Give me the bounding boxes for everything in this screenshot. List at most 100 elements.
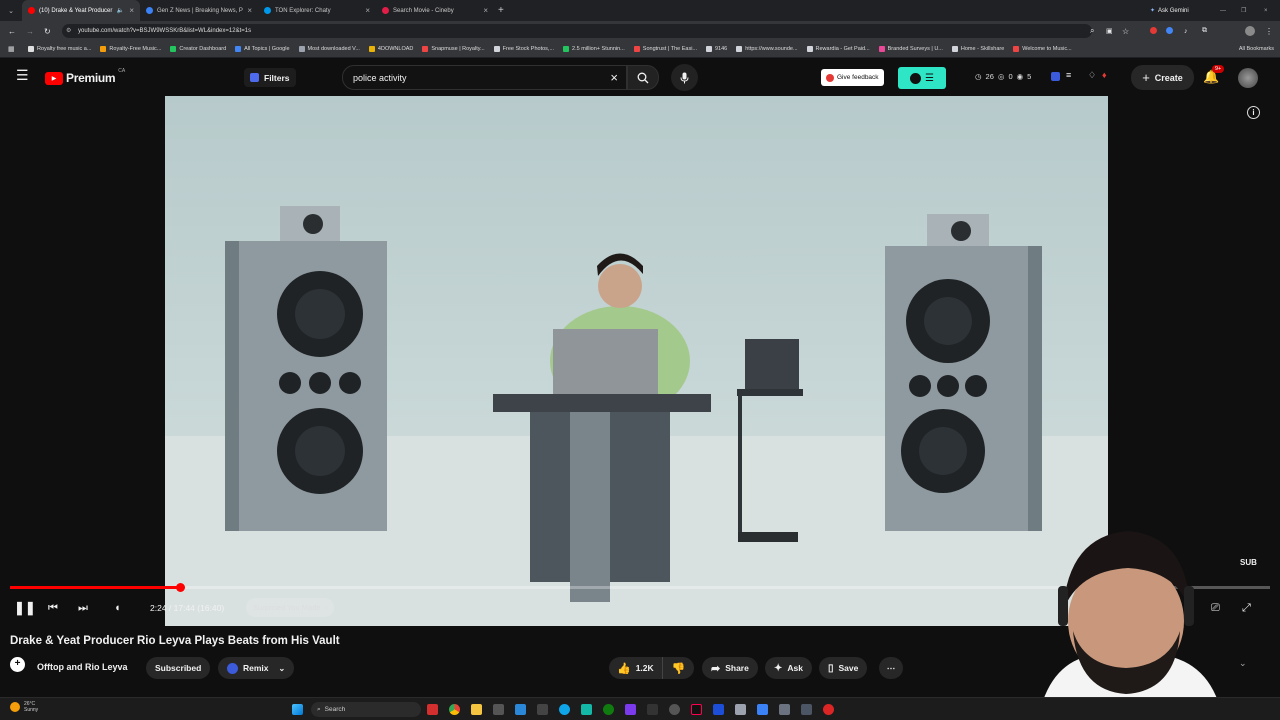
bookmark-item[interactable]: 4DOWNLOAD xyxy=(368,46,413,52)
app-blue-icon[interactable] xyxy=(515,704,526,715)
search-button[interactable] xyxy=(627,65,659,90)
tab-ton-explorer[interactable]: TON Explorer: Chaty × xyxy=(258,0,376,21)
app-dark-icon[interactable] xyxy=(647,704,658,715)
tab-youtube[interactable]: (10) Drake & Yeat Producer 🔈 × xyxy=(22,0,140,21)
new-tab-icon[interactable]: + xyxy=(498,5,504,16)
app-gray-icon[interactable] xyxy=(537,704,548,715)
list-icon[interactable]: ≡ xyxy=(1066,70,1071,80)
file-explorer-icon[interactable] xyxy=(471,704,482,715)
browser-menu-icon[interactable]: ⋮ xyxy=(1265,27,1273,36)
bookmark-star-icon[interactable]: ☆ xyxy=(1122,27,1129,36)
tab-genz-news[interactable]: Gen Z News | Breaking News, P × xyxy=(140,0,258,21)
bookmark-item[interactable]: Royalty-Free Music... xyxy=(100,46,161,52)
ask-gemini-button[interactable]: ✦ Ask Gemini xyxy=(1150,4,1189,17)
video-info-icon[interactable]: i xyxy=(1247,106,1260,119)
extension-3-icon[interactable]: ♪ xyxy=(1184,28,1188,35)
tab-close-icon[interactable]: × xyxy=(129,6,134,15)
tab-close-icon[interactable]: × xyxy=(247,6,252,15)
account-avatar[interactable] xyxy=(1238,68,1258,88)
bell-extension-icon[interactable]: ♢ xyxy=(1088,70,1096,81)
all-bookmarks-button[interactable]: All Bookmarks xyxy=(1234,46,1274,52)
extension-2-icon[interactable] xyxy=(1166,27,1173,34)
subscribed-button[interactable]: Subscribed xyxy=(146,657,211,679)
window-close-icon[interactable]: × xyxy=(1264,8,1268,14)
app-purple-icon[interactable] xyxy=(625,704,636,715)
voice-search-button[interactable] xyxy=(671,64,698,91)
remix-button[interactable]: Remix ⌄ xyxy=(218,657,295,679)
app-blue3-icon[interactable] xyxy=(757,704,768,715)
search-input[interactable]: police activity xyxy=(353,73,407,83)
ask-button[interactable]: ✦ Ask xyxy=(765,657,812,679)
bookmark-item[interactable]: Rewardia - Get Paid... xyxy=(806,46,870,52)
taskbar-search-box[interactable]: ⌕ Search xyxy=(311,702,421,717)
clear-search-icon[interactable]: × xyxy=(610,70,618,85)
reload-icon[interactable]: ↻ xyxy=(44,27,51,36)
sub-badge[interactable]: SUB xyxy=(1240,558,1257,567)
zoom-icon[interactable]: ⌕ xyxy=(1090,26,1094,36)
url-field[interactable]: ⚙ youtube.com/watch?v=BSJW9WSSKrB&list=W… xyxy=(62,24,1092,38)
bookmark-item[interactable]: Free Stock Photos,... xyxy=(493,46,554,52)
cast-tab-icon[interactable]: ▣ xyxy=(1106,27,1113,35)
back-icon[interactable]: ← xyxy=(8,27,16,36)
chrome-icon[interactable] xyxy=(449,704,460,715)
site-info-icon[interactable]: ⚙ xyxy=(66,24,71,38)
minimize-icon[interactable]: — xyxy=(1220,8,1226,14)
tab-close-icon[interactable]: × xyxy=(365,6,370,15)
weather-widget[interactable]: 26°C Sunny xyxy=(10,701,38,713)
app-circle-icon[interactable] xyxy=(669,704,680,715)
tiktok-icon[interactable] xyxy=(691,704,702,715)
profile-avatar-icon[interactable] xyxy=(1245,26,1255,36)
bookmark-item[interactable]: Most downloaded V... xyxy=(298,46,360,52)
youtube-premium-logo[interactable]: ▶ Premium CA xyxy=(45,68,125,85)
bookmark-item[interactable]: Royalty free music a... xyxy=(28,46,91,52)
acrobat-icon[interactable] xyxy=(427,704,438,715)
bookmark-item[interactable]: Branded Surveys | U... xyxy=(878,46,943,52)
bookmark-item[interactable]: Home - Skillshare xyxy=(951,46,1004,52)
bookmark-item[interactable]: Welcome to Music... xyxy=(1013,46,1072,52)
extension-blue-icon[interactable] xyxy=(1051,72,1060,81)
edge-icon[interactable] xyxy=(559,704,570,715)
bookmark-item[interactable]: Snapmuse | Royalty... xyxy=(422,46,485,52)
channel-avatar[interactable]: + xyxy=(10,657,25,672)
alert-extension-icon[interactable]: ♦ xyxy=(1102,70,1107,80)
extension-1-icon[interactable] xyxy=(1150,27,1157,34)
share-button[interactable]: ➦ Share xyxy=(702,657,758,679)
app-gray3-icon[interactable] xyxy=(801,704,812,715)
maximize-icon[interactable]: ❐ xyxy=(1241,7,1246,14)
bookmark-item[interactable]: 9146 xyxy=(706,46,727,52)
dislike-button[interactable]: 👎 xyxy=(663,657,695,679)
notifications-button[interactable]: 🔔 9+ xyxy=(1203,65,1225,88)
app-blue2-icon[interactable] xyxy=(713,704,724,715)
create-button[interactable]: + Create xyxy=(1131,65,1194,90)
chapter-button[interactable]: Surprised You Made › xyxy=(246,598,335,617)
search-box[interactable]: police activity × xyxy=(342,65,627,90)
tab-audio-icon[interactable]: 🔈 xyxy=(117,7,124,14)
next-icon[interactable]: ⏭ xyxy=(78,600,88,616)
app-red-icon[interactable] xyxy=(823,704,834,715)
app-teal-icon[interactable] xyxy=(581,704,592,715)
expand-chevron-icon[interactable]: ⌄ xyxy=(1239,658,1247,669)
volume-icon[interactable]: ◖ xyxy=(114,600,121,616)
save-button[interactable]: ▯ Save xyxy=(819,657,868,679)
extensions-puzzle-icon[interactable]: ⧉ xyxy=(1202,27,1207,35)
apps-grid-icon[interactable]: ▦ xyxy=(8,45,15,53)
channel-name[interactable]: Offtop and Rio Leyva xyxy=(37,662,128,672)
give-feedback-button[interactable]: Give feedback xyxy=(821,69,884,86)
store-icon[interactable] xyxy=(493,704,504,715)
pause-icon[interactable]: ❚❚ xyxy=(14,600,36,616)
xbox-icon[interactable] xyxy=(603,704,614,715)
fullscreen-icon[interactable]: ⤢ xyxy=(1242,600,1251,616)
more-actions-button[interactable]: ⋯ xyxy=(879,657,903,679)
bookmark-item[interactable]: Creator Dashboard xyxy=(170,46,226,52)
bookmark-item[interactable]: 2.5 million+ Stunnin... xyxy=(563,46,625,52)
bookmark-item[interactable]: Songtrust | The Easi... xyxy=(633,46,697,52)
forward-icon[interactable]: → xyxy=(26,27,34,36)
bookmark-item[interactable]: All Topics | Google xyxy=(235,46,290,52)
tab-close-icon[interactable]: × xyxy=(483,6,488,15)
bookmark-item[interactable]: https://www.sounde... xyxy=(736,46,798,52)
app-light-icon[interactable] xyxy=(735,704,746,715)
windows-start-icon[interactable] xyxy=(292,704,303,715)
video-frame[interactable] xyxy=(165,96,1108,626)
previous-icon[interactable]: ⏮ xyxy=(48,600,58,616)
extension-widget-button[interactable]: ☰ xyxy=(898,67,946,89)
